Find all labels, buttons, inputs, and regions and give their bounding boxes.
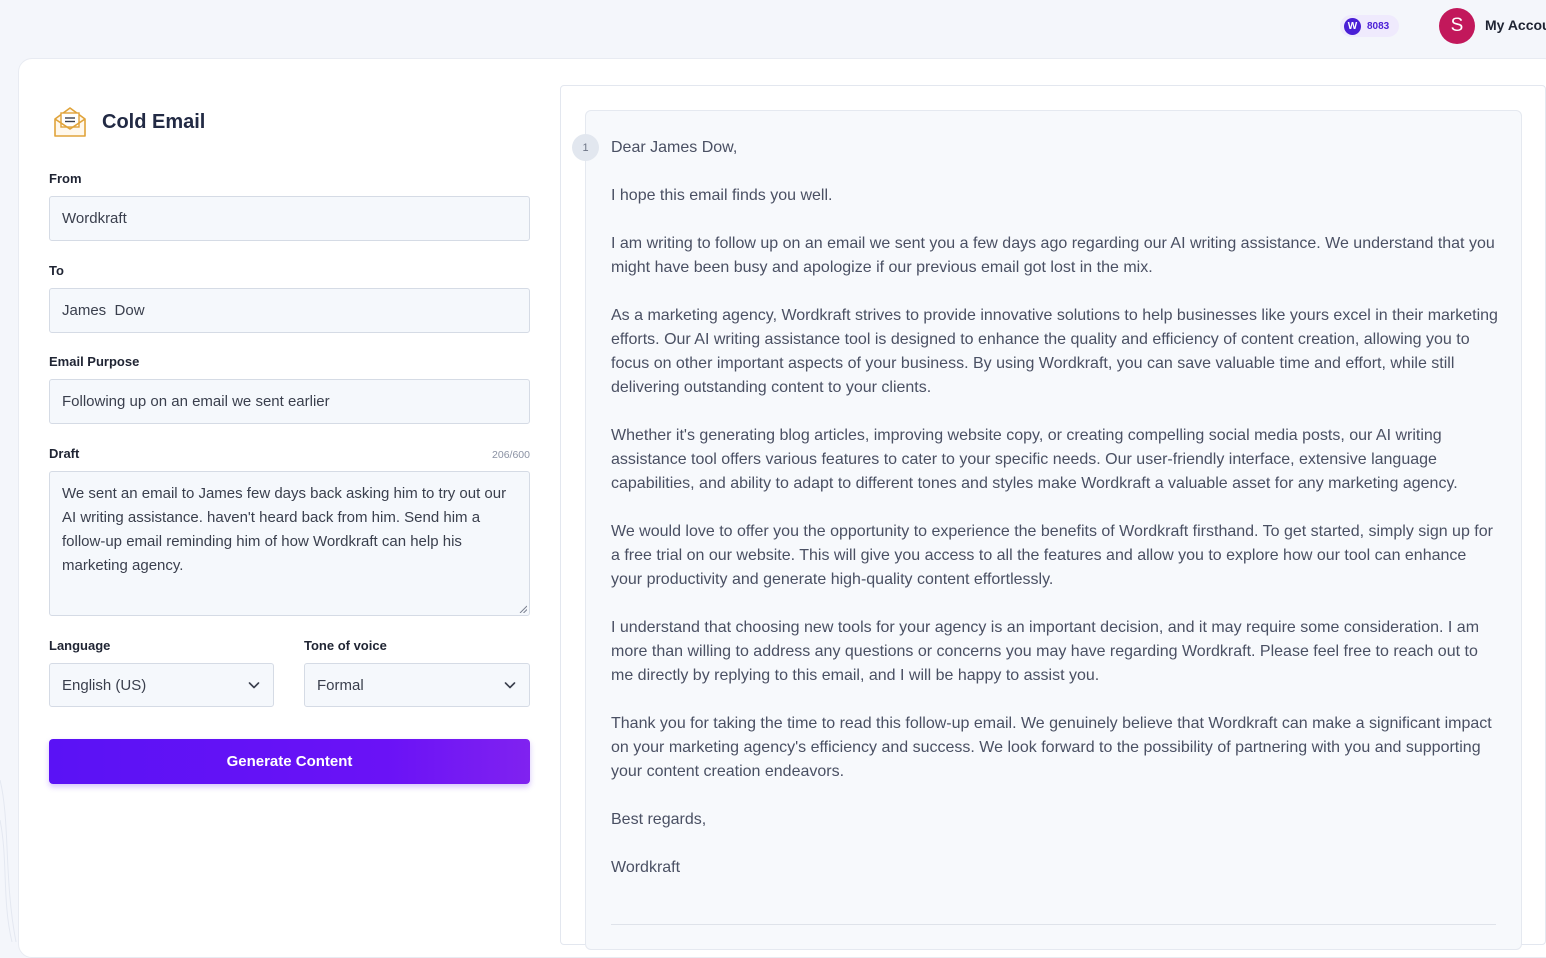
output-paragraph: I understand that choosing new tools for… (611, 619, 1480, 684)
credits-count: 8083 (1367, 20, 1390, 32)
tone-selected-value: Formal (317, 676, 364, 694)
language-select[interactable]: English (US) (49, 663, 274, 707)
to-input[interactable]: James Dow (49, 288, 530, 333)
email-purpose-label: Email Purpose (49, 354, 140, 369)
line-number: 1 (572, 134, 599, 161)
output-paragraph: As a marketing agency, Wordkraft strives… (611, 307, 1498, 396)
draft-char-counter: 206/600 (492, 449, 530, 461)
credits-icon: W (1344, 17, 1361, 35)
generate-content-button[interactable]: Generate Content (49, 739, 530, 784)
tone-select[interactable]: Formal (304, 663, 530, 707)
email-purpose-input[interactable]: Following up on an email we sent earlier (49, 379, 530, 424)
from-input[interactable]: Wordkraft (49, 196, 530, 241)
generated-email-text[interactable]: Dear James Dow, I hope this email finds … (611, 136, 1501, 904)
output-paragraph: Whether it's generating blog articles, i… (611, 427, 1458, 492)
draft-label: Draft (49, 446, 80, 461)
language-label: Language (49, 638, 111, 653)
output-paragraph: Dear James Dow, (611, 139, 738, 156)
my-account-link[interactable]: My Account (1485, 17, 1546, 33)
background-decoration (0, 779, 17, 942)
avatar[interactable]: S (1439, 8, 1475, 44)
output-paragraph: Thank you for taking the time to read th… (611, 715, 1492, 780)
credits-badge[interactable]: W 8083 (1340, 15, 1400, 37)
draft-textarea[interactable]: We sent an email to James few days back … (49, 471, 530, 616)
form-title: Cold Email (102, 110, 206, 133)
output-paragraph: We would love to offer you the opportuni… (611, 523, 1493, 588)
language-selected-value: English (US) (62, 676, 147, 694)
from-label: From (49, 171, 82, 186)
tone-label: Tone of voice (304, 638, 387, 653)
draft-text: We sent an email to James few days back … (62, 485, 507, 574)
envelope-icon (54, 107, 86, 137)
to-label: To (49, 263, 64, 278)
output-paragraph: I am writing to follow up on an email we… (611, 235, 1495, 276)
output-paragraph: Wordkraft (611, 859, 681, 876)
output-divider (611, 924, 1496, 925)
top-bar: W 8083 S My Account (0, 0, 1546, 56)
resize-grip-icon[interactable] (519, 605, 527, 613)
output-paragraph: Best regards, (611, 811, 707, 828)
chevron-down-icon (248, 682, 260, 689)
output-paragraph: I hope this email finds you well. (611, 187, 833, 204)
chevron-down-icon (504, 682, 516, 689)
form-header: Cold Email (52, 104, 205, 140)
